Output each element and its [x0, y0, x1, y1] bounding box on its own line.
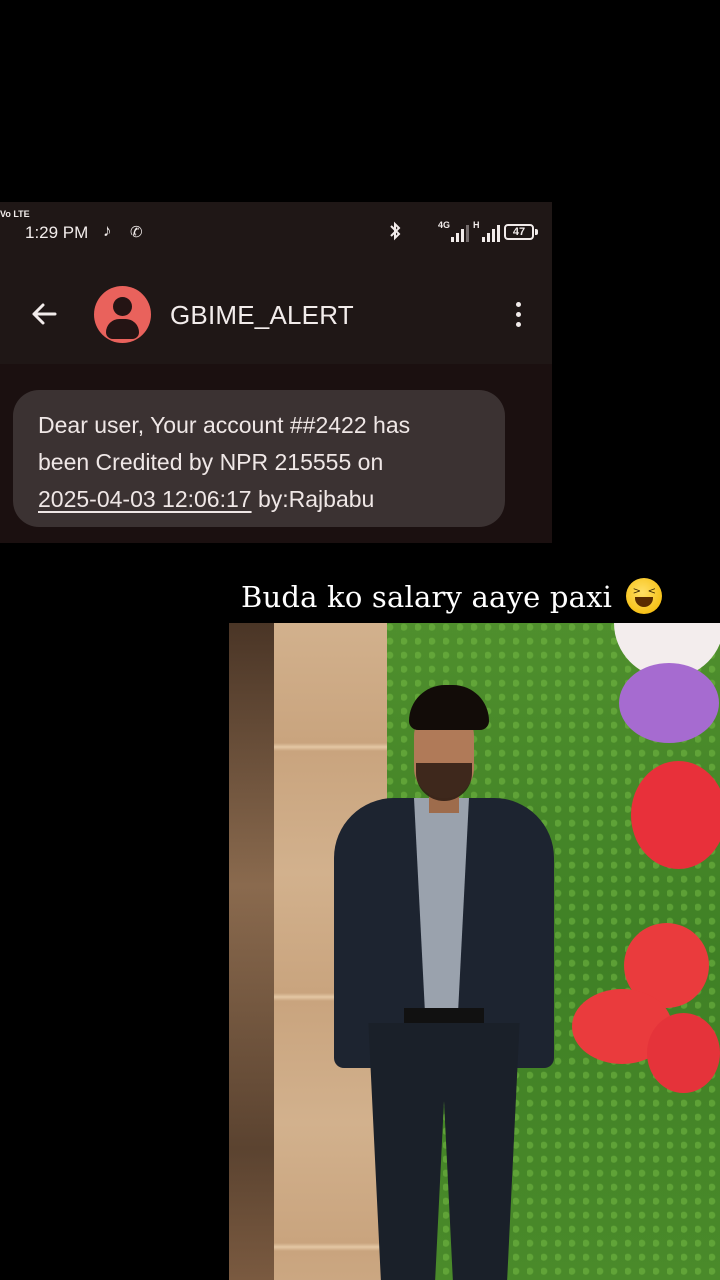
battery-icon: 47 [504, 224, 534, 240]
viber-icon: ✆ [130, 224, 143, 241]
volte-label: Vo LTE [0, 209, 30, 219]
tiktok-icon: ♪ [103, 221, 112, 240]
balloon-red-hearts [631, 761, 720, 869]
status-time: 1:29 PM [25, 223, 89, 242]
emoji-mouth [634, 597, 653, 607]
sender-name[interactable]: GBIME_ALERT [170, 300, 354, 331]
balloon-red-3 [647, 1013, 720, 1093]
more-vert-icon[interactable] [516, 302, 524, 330]
caption-text: Buda ko salary aaye paxi > < [241, 578, 662, 614]
message-date-link[interactable]: 2025-04-03 12:06:17 [38, 486, 252, 512]
person-hair [409, 685, 489, 730]
message-thread: Dear user, Your account ##2422 has been … [0, 364, 552, 543]
arrow-back-icon[interactable] [28, 298, 60, 330]
bluetooth-icon [388, 221, 402, 246]
person-trousers [368, 1023, 520, 1280]
network-4g-label: 4G [438, 220, 451, 230]
network-h-label: H [473, 220, 480, 230]
signal-strength-icon [451, 224, 469, 242]
caption-label: Buda ko salary aaye paxi [241, 580, 613, 614]
contact-avatar[interactable] [94, 286, 151, 343]
balloon-purple [619, 663, 719, 743]
sms-screenshot: 1:29 PM ♪ ✆ Vo LTE 4G H 47 GBIME_ALERT D… [0, 202, 552, 543]
emoji-eye-right: < [647, 586, 657, 597]
status-bar: 1:29 PM ♪ ✆ Vo LTE 4G H 47 [0, 202, 552, 264]
person-beard [416, 763, 472, 801]
avatar-body [106, 319, 139, 339]
person-belt [404, 1008, 484, 1024]
message-line-1: Dear user, Your account ##2422 has [38, 412, 411, 438]
person-figure [334, 683, 554, 1280]
avatar-head [113, 297, 132, 316]
battery-tip [535, 229, 538, 235]
message-line-3: 2025-04-03 12:06:17 by:Rajbabu [38, 481, 485, 518]
message-bubble[interactable]: Dear user, Your account ##2422 has been … [13, 390, 505, 527]
person-photo [229, 623, 720, 1280]
message-sender-suffix: by:Rajbabu [251, 486, 375, 512]
emoji-eye-left: > [632, 586, 642, 597]
signal-strength-icon-2 [482, 224, 500, 242]
battery-level: 47 [512, 226, 526, 238]
message-line-2: been Credited by NPR 215555 on [38, 449, 384, 475]
grinning-squinting-face-emoji: > < [625, 578, 662, 614]
app-bar: GBIME_ALERT [0, 264, 552, 364]
photo-background-left [229, 623, 275, 1280]
